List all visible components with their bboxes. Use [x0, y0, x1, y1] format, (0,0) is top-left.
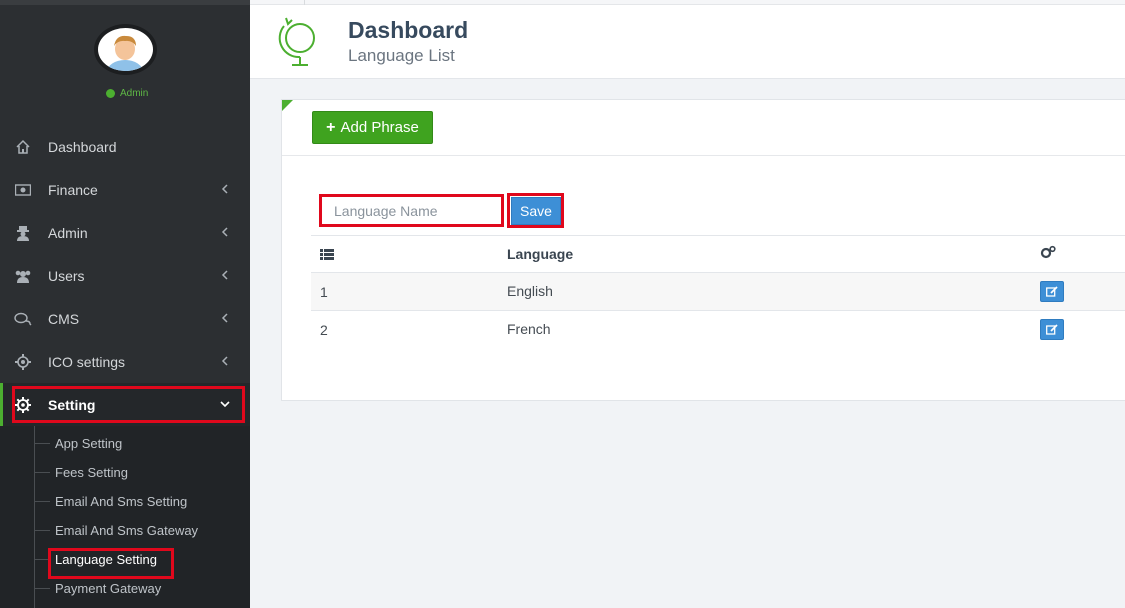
chevron-left-icon — [218, 354, 232, 368]
sidebar-item-admin[interactable]: Admin — [0, 211, 250, 254]
sidebar-menu: Dashboard Finance Admin Users CMS ICO se… — [0, 125, 250, 426]
chevron-left-icon — [218, 268, 232, 282]
submenu-item-label: Fees Setting — [55, 465, 128, 480]
sidebar-item-cms[interactable]: CMS — [0, 297, 250, 340]
sidebar-item-label: Admin — [48, 224, 88, 241]
sidebar-item-ico-settings[interactable]: ICO settings — [0, 340, 250, 383]
add-phrase-button[interactable]: + Add Phrase — [312, 111, 433, 144]
save-button[interactable]: Save — [511, 197, 561, 225]
language-panel: + Add Phrase Save Language 1 English — [281, 99, 1125, 401]
header-top-strip — [250, 0, 1125, 5]
page-title: Dashboard — [348, 17, 469, 43]
home-icon — [14, 138, 32, 156]
sidebar-top-strip — [0, 0, 250, 5]
submenu-item-label: Email And Sms Setting — [55, 494, 188, 509]
sidebar-item-finance[interactable]: Finance — [0, 168, 250, 211]
submenu-item-language-setting[interactable]: Language Setting — [35, 545, 157, 574]
sidebar-item-label: Dashboard — [48, 138, 117, 155]
add-phrase-label: Add Phrase — [340, 119, 419, 136]
sidebar-item-label: Setting — [48, 396, 96, 413]
panel-corner-accent — [282, 100, 293, 111]
row-language: French — [507, 321, 551, 337]
chevron-left-icon — [218, 182, 232, 196]
submenu-item-fees-setting[interactable]: Fees Setting — [35, 458, 128, 487]
edit-icon — [1046, 324, 1058, 335]
submenu-item-label: Payment Gateway — [55, 581, 162, 596]
comments-icon — [14, 310, 32, 328]
edit-button[interactable] — [1040, 319, 1064, 340]
user-secret-icon — [14, 224, 32, 242]
table-row: 1 English — [311, 272, 1125, 310]
submenu-tree-line — [34, 426, 35, 608]
row-id: 1 — [320, 284, 328, 300]
sidebar-item-label: ICO settings — [48, 353, 126, 370]
sidebar-item-dashboard[interactable]: Dashboard — [0, 125, 250, 168]
online-status-icon — [106, 89, 115, 98]
submenu-item-payment-gateway[interactable]: Payment Gateway — [35, 574, 162, 603]
sidebar-item-label: CMS — [48, 310, 80, 327]
language-name-input[interactable] — [321, 196, 502, 225]
plus-icon: + — [326, 118, 336, 136]
sidebar: Admin Dashboard Finance Admin Users CMS … — [0, 0, 250, 608]
users-icon — [14, 267, 32, 285]
row-language: English — [507, 283, 553, 299]
globe-icon — [278, 14, 322, 68]
submenu-item-label: App Setting — [55, 436, 123, 451]
edit-icon — [1046, 286, 1058, 297]
submenu-item-email-sms-gateway[interactable]: Email And Sms Gateway — [35, 516, 199, 545]
chevron-left-icon — [218, 311, 232, 325]
page-header: Dashboard Language List — [250, 0, 1125, 79]
submenu-item-label: Email And Sms Gateway — [55, 523, 199, 538]
cog-outline-icon — [14, 353, 32, 371]
sidebar-item-label: Finance — [48, 181, 98, 198]
user-role: Admin — [120, 88, 149, 99]
user-status: Admin — [106, 88, 148, 99]
header-divider — [304, 0, 305, 5]
column-header-language: Language — [507, 246, 574, 262]
submenu-item-email-sms-setting[interactable]: Email And Sms Setting — [35, 487, 188, 516]
gear-icon — [14, 396, 32, 414]
submenu-item-app-setting[interactable]: App Setting — [35, 429, 123, 458]
sidebar-item-label: Users — [48, 267, 85, 284]
list-icon — [320, 247, 334, 263]
table-header-row: Language — [311, 235, 1125, 272]
sidebar-item-setting[interactable]: Setting — [0, 383, 250, 426]
panel-header-divider — [282, 155, 1125, 156]
language-table: Language 1 English 2 French — [311, 235, 1125, 348]
setting-submenu: App Setting Fees Setting Email And Sms S… — [0, 426, 250, 608]
table-row: 2 French — [311, 310, 1125, 348]
chevron-left-icon — [218, 225, 232, 239]
cogs-icon — [1040, 245, 1056, 262]
row-id: 2 — [320, 322, 328, 338]
sidebar-item-users[interactable]: Users — [0, 254, 250, 297]
avatar[interactable] — [94, 24, 157, 75]
page-subtitle: Language List — [348, 46, 455, 65]
money-icon — [14, 181, 32, 199]
edit-button[interactable] — [1040, 281, 1064, 302]
chevron-down-icon — [218, 397, 232, 411]
avatar-image — [98, 28, 153, 71]
submenu-item-label: Language Setting — [55, 552, 157, 567]
